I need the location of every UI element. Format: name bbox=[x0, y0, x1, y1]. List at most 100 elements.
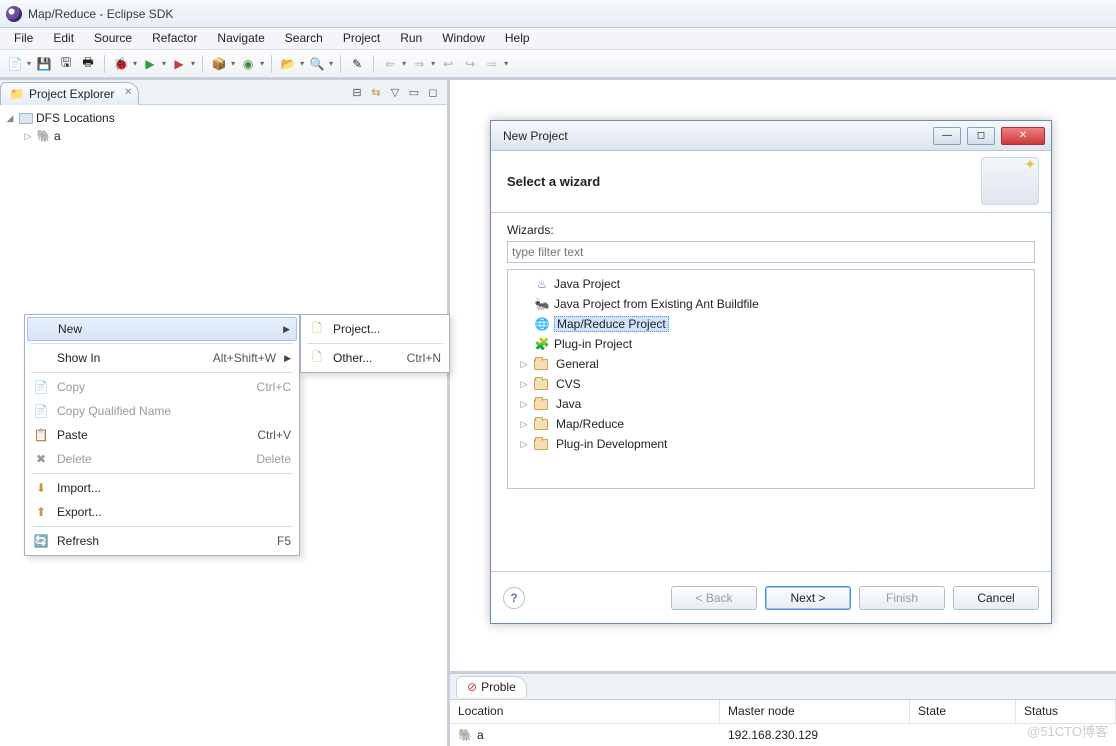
folder-icon bbox=[534, 439, 548, 450]
tree-row-a[interactable]: ▷ 🐘 a bbox=[0, 127, 447, 145]
menu-edit[interactable]: Edit bbox=[43, 28, 84, 49]
nav-fwd-button[interactable]: ⇒ bbox=[410, 55, 428, 73]
wizard-list[interactable]: ♨Java Project 🐜Java Project from Existin… bbox=[507, 269, 1035, 489]
open-type-button[interactable]: 📂 bbox=[279, 55, 297, 73]
ctx-paste-sc: Ctrl+V bbox=[257, 428, 291, 442]
dialog-title-bar[interactable]: New Project — ◻ ✕ bbox=[491, 121, 1051, 151]
minimize-view-button[interactable]: ▭ bbox=[406, 84, 422, 100]
maximize-view-button[interactable]: ◻ bbox=[425, 84, 441, 100]
problems-tab[interactable]: ⊘ Proble bbox=[456, 676, 527, 697]
ctx-refresh-label: Refresh bbox=[57, 534, 269, 548]
run-last-button[interactable]: ▶ bbox=[170, 55, 188, 73]
java-icon: ♨ bbox=[534, 276, 550, 292]
node-a-label: a bbox=[54, 129, 61, 143]
minimize-button[interactable]: — bbox=[933, 127, 961, 145]
wizard-plugin[interactable]: 🧩Plug-in Project bbox=[508, 334, 1034, 354]
submenu-arrow-icon: ▶ bbox=[284, 353, 291, 364]
nav-last-button[interactable]: ⇨ bbox=[483, 55, 501, 73]
col-state[interactable]: State bbox=[910, 700, 1016, 723]
ctx-export[interactable]: ⬆ Export... bbox=[27, 500, 297, 524]
menu-source[interactable]: Source bbox=[84, 28, 142, 49]
sub-other-sc: Ctrl+N bbox=[407, 351, 441, 365]
watermark: @51CTO博客 bbox=[1027, 721, 1108, 740]
link-editor-button[interactable]: ⇆ bbox=[368, 84, 384, 100]
dfs-icon bbox=[18, 110, 34, 126]
view-menu-button[interactable]: ▽ bbox=[387, 84, 403, 100]
sub-other[interactable]: 🗋 Other... Ctrl+N bbox=[303, 346, 447, 370]
print-button[interactable]: 🖶 bbox=[79, 55, 97, 73]
nav-next-button[interactable]: ↪ bbox=[461, 55, 479, 73]
submenu-arrow-icon: ▶ bbox=[283, 324, 290, 335]
collapse-all-button[interactable]: ⊟ bbox=[349, 84, 365, 100]
wizard-ant[interactable]: 🐜Java Project from Existing Ant Buildfil… bbox=[508, 294, 1034, 314]
dialog-heading: Select a wizard bbox=[507, 174, 600, 189]
ctx-import[interactable]: ⬇ Import... bbox=[27, 476, 297, 500]
close-icon[interactable]: ✕ bbox=[124, 87, 132, 98]
plugin-icon: 🧩 bbox=[534, 336, 550, 352]
table-row[interactable]: 🐘 a 192.168.230.129 bbox=[450, 724, 1116, 746]
wizard-mapreduce[interactable]: 🌐Map/Reduce Project bbox=[508, 314, 1034, 334]
wizard-mr-folder[interactable]: ▷Map/Reduce bbox=[508, 414, 1034, 434]
wizard-java[interactable]: ♨Java Project bbox=[508, 274, 1034, 294]
wizard-general[interactable]: ▷General bbox=[508, 354, 1034, 374]
menu-run[interactable]: Run bbox=[390, 28, 432, 49]
wizard-pid-folder[interactable]: ▷Plug-in Development bbox=[508, 434, 1034, 454]
close-button[interactable]: ✕ bbox=[1001, 127, 1045, 145]
maximize-button[interactable]: ◻ bbox=[967, 127, 995, 145]
dialog-header: Select a wizard bbox=[491, 151, 1051, 213]
col-master[interactable]: Master node bbox=[720, 700, 910, 723]
wizard-java-folder[interactable]: ▷Java bbox=[508, 394, 1034, 414]
project-explorer-tab[interactable]: 📁 Project Explorer ✕ bbox=[0, 82, 139, 105]
hadoop-icon: 🐘 bbox=[458, 728, 473, 742]
ctx-copy-sc: Ctrl+C bbox=[257, 380, 291, 394]
filter-input[interactable] bbox=[507, 241, 1035, 263]
sub-project-label: Project... bbox=[333, 322, 441, 336]
cancel-button[interactable]: Cancel bbox=[953, 586, 1039, 610]
next-button[interactable]: Next > bbox=[765, 586, 851, 610]
tree-row-dfs[interactable]: ◢ DFS Locations bbox=[0, 109, 447, 127]
run-button[interactable]: ▶ bbox=[141, 55, 159, 73]
menu-window[interactable]: Window bbox=[432, 28, 495, 49]
collapse-icon[interactable]: ◢ bbox=[4, 113, 16, 124]
ctx-paste[interactable]: 📋 Paste Ctrl+V bbox=[27, 423, 297, 447]
finish-button: Finish bbox=[859, 586, 945, 610]
ctx-refresh[interactable]: 🔄 Refresh F5 bbox=[27, 529, 297, 553]
context-menu: New ▶ Show In Alt+Shift+W ▶ 📄 Copy Ctrl+… bbox=[24, 314, 300, 556]
help-button[interactable]: ? bbox=[503, 587, 525, 609]
wizard-banner-icon bbox=[981, 157, 1039, 205]
ctx-cqn: 📄 Copy Qualified Name bbox=[27, 399, 297, 423]
annotation-button[interactable]: ✎ bbox=[348, 55, 366, 73]
ant-icon: 🐜 bbox=[534, 296, 550, 312]
ctx-showin[interactable]: Show In Alt+Shift+W ▶ bbox=[27, 346, 297, 370]
nav-back-button[interactable]: ⇐ bbox=[381, 55, 399, 73]
save-button[interactable]: 💾 bbox=[35, 55, 53, 73]
sub-project[interactable]: 🗋 Project... bbox=[303, 317, 447, 341]
new-wizard-button[interactable]: 📄 bbox=[6, 55, 24, 73]
menu-help[interactable]: Help bbox=[495, 28, 540, 49]
nav-prev-button[interactable]: ↩ bbox=[439, 55, 457, 73]
new-package-button[interactable]: 📦 bbox=[210, 55, 228, 73]
expand-icon[interactable]: ▷ bbox=[22, 131, 34, 142]
menu-bar: File Edit Source Refactor Navigate Searc… bbox=[0, 28, 1116, 50]
col-location[interactable]: Location bbox=[450, 700, 720, 723]
ctx-delete: ✖ Delete Delete bbox=[27, 447, 297, 471]
menu-project[interactable]: Project bbox=[333, 28, 390, 49]
wizard-cvs[interactable]: ▷CVS bbox=[508, 374, 1034, 394]
row-loc: a bbox=[477, 728, 484, 742]
delete-icon: ✖ bbox=[33, 451, 49, 467]
project-explorer-tree[interactable]: ◢ DFS Locations ▷ 🐘 a bbox=[0, 105, 447, 149]
copy-icon: 📄 bbox=[33, 379, 49, 395]
menu-search[interactable]: Search bbox=[275, 28, 333, 49]
menu-refactor[interactable]: Refactor bbox=[142, 28, 207, 49]
search-button[interactable]: 🔍 bbox=[308, 55, 326, 73]
ctx-new[interactable]: New ▶ bbox=[27, 317, 297, 341]
debug-button[interactable]: 🐞 bbox=[112, 55, 130, 73]
save-all-button[interactable]: 🖫 bbox=[57, 55, 75, 73]
menu-file[interactable]: File bbox=[4, 28, 43, 49]
col-status[interactable]: Status bbox=[1016, 700, 1116, 723]
new-type-button[interactable]: ◉ bbox=[239, 55, 257, 73]
ctx-paste-label: Paste bbox=[57, 428, 249, 442]
menu-navigate[interactable]: Navigate bbox=[207, 28, 274, 49]
other-icon: 🗋 bbox=[309, 350, 325, 366]
folder-icon: 📁 bbox=[9, 86, 25, 102]
